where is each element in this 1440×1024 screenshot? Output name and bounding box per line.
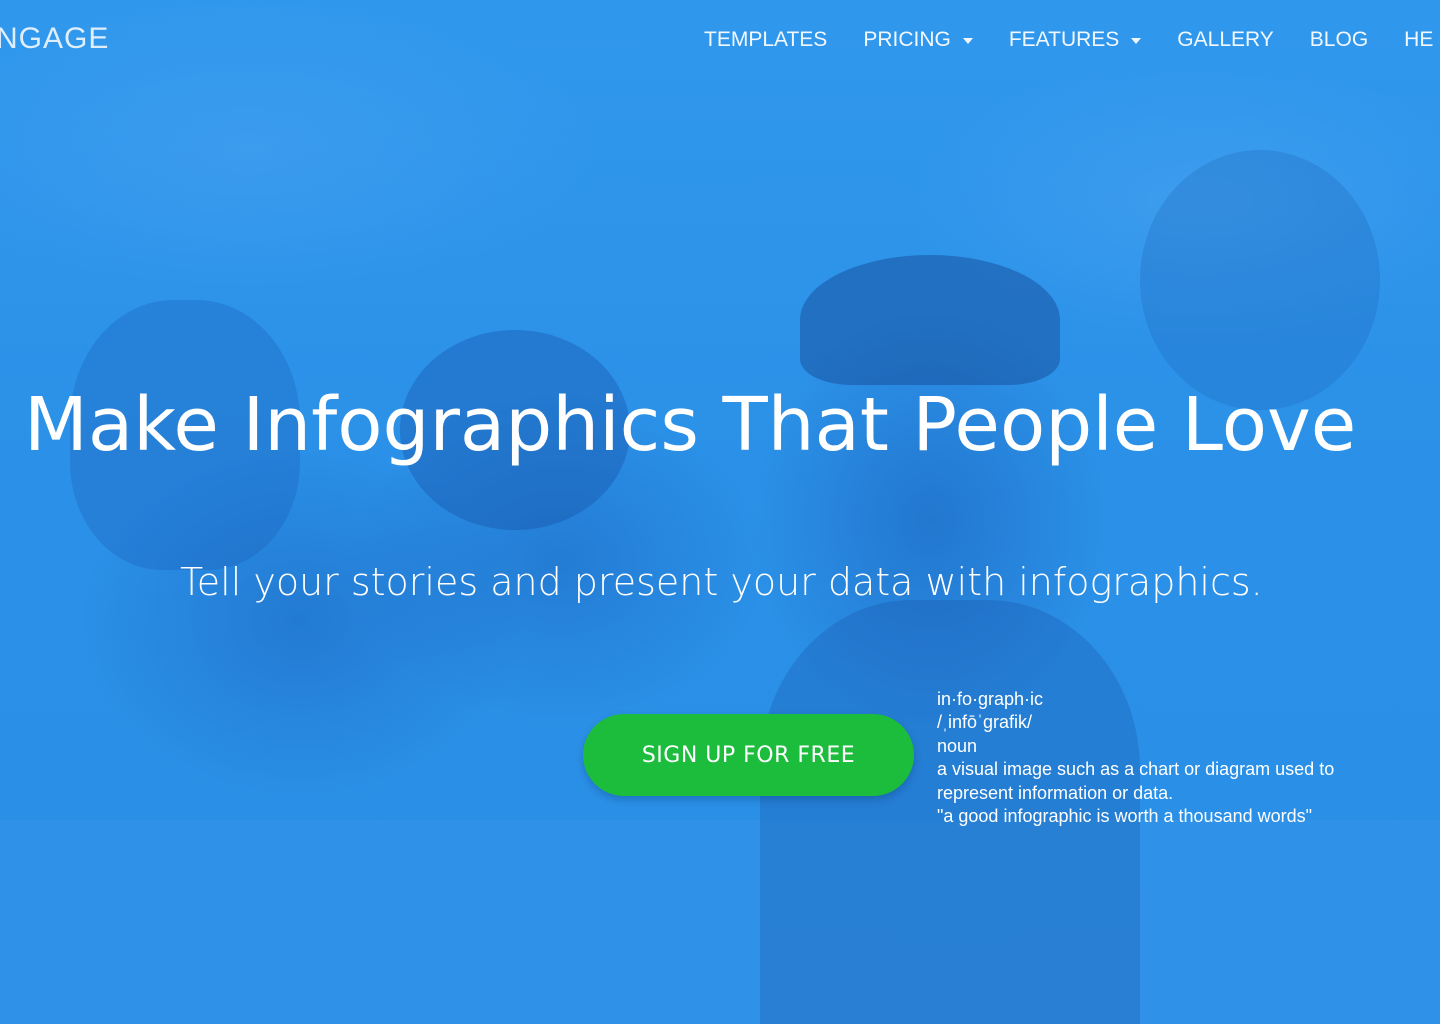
- caret-down-icon: [1131, 38, 1142, 44]
- definition-part-of-speech: noun: [937, 735, 978, 756]
- nav-item-label: PRICING: [863, 28, 951, 51]
- nav-item-features[interactable]: FEATURES: [1008, 28, 1142, 52]
- hero-background: [0, 0, 1440, 1024]
- brand-logo[interactable]: NGAGE: [0, 22, 109, 56]
- nav-item-label: FEATURES: [1008, 28, 1120, 51]
- hero-subheadline: Tell your stories and present your data …: [180, 560, 1263, 604]
- definition-meaning-line-1: a visual image such as a chart or diagra…: [937, 759, 1335, 780]
- background-photo-person-hat: [800, 255, 1060, 385]
- caret-down-icon: [962, 38, 973, 44]
- background-photo-table: [0, 820, 1440, 1024]
- definition-example: "a good infographic is worth a thousand …: [937, 806, 1313, 827]
- nav-item-blog[interactable]: BLOG: [1310, 28, 1368, 52]
- nav-item-help[interactable]: HE: [1404, 28, 1433, 52]
- nav-item-label: HE: [1404, 28, 1434, 51]
- main-navigation: TEMPLATES PRICING FEATURES GALLERY BLOG …: [704, 28, 1440, 52]
- sign-up-button[interactable]: SIGN UP FOR FREE: [583, 714, 914, 796]
- nav-item-gallery[interactable]: GALLERY: [1177, 28, 1274, 52]
- nav-item-templates[interactable]: TEMPLATES: [704, 28, 827, 52]
- nav-item-pricing[interactable]: PRICING: [863, 28, 973, 52]
- nav-item-label: BLOG: [1309, 28, 1369, 51]
- definition-word: in·fo·graph·ic: [937, 689, 1044, 709]
- definition-meaning-line-2: represent information or data.: [937, 782, 1174, 803]
- background-photo-plant: [1140, 150, 1380, 410]
- nav-item-label: TEMPLATES: [704, 28, 828, 51]
- hero-headline: Make Infographics That People Love: [24, 382, 1357, 468]
- infographic-definition: in·fo·graph·ic /ˌinfōˈgrafik/ noun a vis…: [937, 688, 1407, 828]
- definition-pronunciation: /ˌinfōˈgrafik/: [937, 712, 1033, 733]
- nav-item-label: GALLERY: [1177, 28, 1274, 51]
